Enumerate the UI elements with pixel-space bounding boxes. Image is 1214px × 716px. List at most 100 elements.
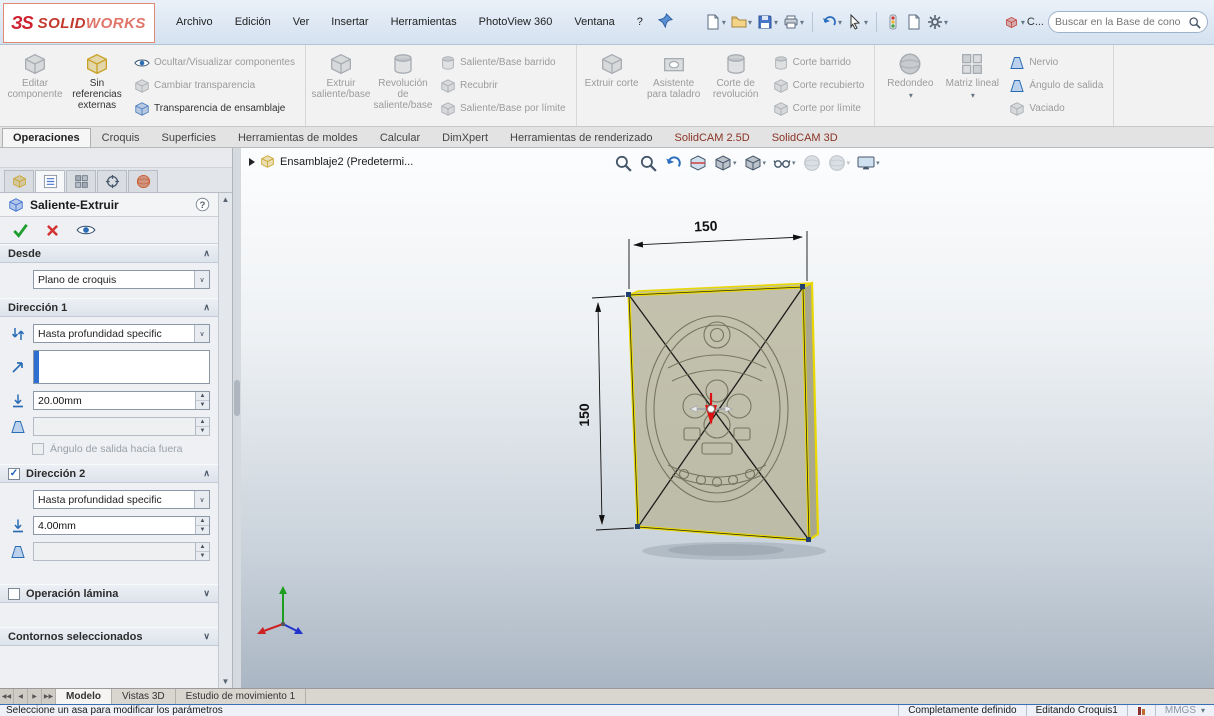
ok-button[interactable] <box>12 222 29 239</box>
dimension-height[interactable]: 150 <box>576 295 635 531</box>
end-condition2-dropdown[interactable]: Hasta profundidad specific ∨ <box>33 490 210 509</box>
tab-superficies[interactable]: Superficies <box>151 128 227 147</box>
select-button[interactable]: ▾ <box>845 11 870 33</box>
depth2-input[interactable] <box>34 517 195 534</box>
direction2-checkbox[interactable]: ✓ <box>8 467 20 480</box>
dimxpertmanager-tab[interactable] <box>97 170 127 192</box>
scroll-down-icon[interactable]: ▼ <box>222 677 230 686</box>
apply-scene-button[interactable]: ▾ <box>827 152 852 174</box>
print-button[interactable]: ▾ <box>781 11 806 33</box>
section-operacion-lamina[interactable]: Operación lámina ∨ <box>0 584 218 603</box>
spin-up-icon[interactable]: ▲ <box>196 392 209 401</box>
sketch-point[interactable] <box>626 292 631 297</box>
sketch-point[interactable] <box>806 537 811 542</box>
search-scope-selector[interactable]: ▾ C... <box>1005 16 1044 29</box>
options-button[interactable]: ▾ <box>925 11 950 33</box>
splitter-handle[interactable] <box>234 380 240 416</box>
scroll-up-icon[interactable]: ▲ <box>222 195 230 204</box>
depth1-spinner[interactable]: ▲ ▼ <box>195 392 209 409</box>
hide-show-components-button[interactable]: Ocultar/Visualizar componentes <box>130 51 299 74</box>
zoom-to-fit-button[interactable] <box>613 152 633 174</box>
open-button[interactable]: ▾ <box>729 11 754 33</box>
menu-insertar[interactable]: Insertar <box>322 12 377 32</box>
help-icon[interactable] <box>195 197 210 212</box>
no-external-references-button[interactable]: Sin referencias externas <box>66 48 128 123</box>
menu-ver[interactable]: Ver <box>284 12 319 32</box>
sketch-point[interactable] <box>800 284 805 289</box>
revolved-boss-button[interactable]: Revolución de saliente/base <box>372 48 434 123</box>
search-icon[interactable] <box>1188 16 1201 29</box>
tab-herramientas-moldes[interactable]: Herramientas de moldes <box>227 128 369 147</box>
dropdown-caret-icon[interactable]: ∨ <box>194 271 209 288</box>
tab-operaciones[interactable]: Operaciones <box>2 128 91 147</box>
section-direccion2[interactable]: ✓ Dirección 2 ∧ <box>0 464 218 483</box>
cancel-button[interactable] <box>45 223 60 238</box>
tab-estudio-movimiento[interactable]: Estudio de movimiento 1 <box>176 689 307 704</box>
sketch-point[interactable] <box>635 524 640 529</box>
property-manager-scrollbar[interactable]: ▲ ▼ <box>218 193 232 688</box>
dimension-width[interactable]: 150 <box>628 217 808 289</box>
direction1-selection-box[interactable] <box>33 350 210 384</box>
view-settings-button[interactable]: ▾ <box>856 152 881 174</box>
new-document-button[interactable]: ▾ <box>703 11 728 33</box>
section-desde[interactable]: Desde ∧ <box>0 244 218 263</box>
change-transparency-button[interactable]: Cambiar transparencia <box>130 74 299 97</box>
previous-view-button[interactable] <box>663 152 683 174</box>
collapse-chevron-icon[interactable]: ∧ <box>203 302 210 313</box>
spin-down-icon[interactable]: ▼ <box>196 526 209 534</box>
depth2-spinner[interactable]: ▲ ▼ <box>195 517 209 534</box>
preview-eye-icon[interactable] <box>76 223 96 237</box>
menu-herramientas[interactable]: Herramientas <box>382 12 466 32</box>
menu-archivo[interactable]: Archivo <box>167 12 222 32</box>
rib-button[interactable]: Nervio <box>1005 51 1107 74</box>
boundary-boss-button[interactable]: Saliente/Base por límite <box>436 97 570 120</box>
configurationmanager-tab[interactable] <box>66 170 96 192</box>
scroll-last-tab-button[interactable]: ▶▶ <box>42 689 56 704</box>
propertymanager-tab[interactable] <box>35 170 65 192</box>
tab-croquis[interactable]: Croquis <box>91 128 151 147</box>
section-direccion1[interactable]: Dirección 1 ∧ <box>0 298 218 317</box>
flyout-feature-tree[interactable]: Ensamblaje2 (Predetermi... <box>249 154 413 169</box>
units-selector[interactable]: MMGS ▾ <box>1154 705 1214 716</box>
linear-pattern-button[interactable]: Matriz lineal ▾ <box>941 48 1003 123</box>
loft-button[interactable]: Recubrir <box>436 74 570 97</box>
featuremanager-tab[interactable] <box>4 170 34 192</box>
search-input[interactable] <box>1055 16 1188 28</box>
dropdown-caret-icon[interactable]: ∨ <box>194 325 209 342</box>
expand-chevron-icon[interactable]: ∨ <box>203 588 210 599</box>
hole-wizard-button[interactable]: Asistente para taladro <box>643 48 705 123</box>
zoom-to-area-button[interactable] <box>638 152 658 174</box>
extruded-boss-button[interactable]: Extruir saliente/base <box>310 48 372 123</box>
scroll-first-tab-button[interactable]: ◀◀ <box>0 689 14 704</box>
collapse-chevron-icon[interactable]: ∧ <box>203 468 210 479</box>
tab-herramientas-renderizado[interactable]: Herramientas de renderizado <box>499 128 663 147</box>
draft-button[interactable]: Ángulo de salida <box>1005 74 1107 97</box>
spin-up-icon[interactable]: ▲ <box>196 517 209 526</box>
rebuild-button[interactable] <box>883 11 903 33</box>
shell-button[interactable]: Vaciado <box>1005 97 1107 120</box>
extruded-cut-button[interactable]: Extruir corte <box>581 48 643 123</box>
assembly-transparency-button[interactable]: Transparencia de ensamblaje <box>130 97 299 120</box>
assembly-name[interactable]: Ensamblaje2 (Predetermi... <box>280 156 413 168</box>
scroll-prev-tab-button[interactable]: ◀ <box>14 689 28 704</box>
displaymanager-tab[interactable] <box>128 170 158 192</box>
menu-help[interactable]: ? <box>628 12 652 32</box>
end-condition1-dropdown[interactable]: Hasta profundidad specific ∨ <box>33 324 210 343</box>
start-condition-dropdown[interactable]: Plano de croquis ∨ <box>33 270 210 289</box>
graphics-viewport[interactable]: Ensamblaje2 (Predetermi... ▾ ▾ ▾ ▾ ▾ 150… <box>241 148 1214 688</box>
edit-appearance-button[interactable] <box>802 152 822 174</box>
boundary-cut-button[interactable]: Corte por límite <box>769 97 869 120</box>
menu-edicion[interactable]: Edición <box>226 12 280 32</box>
tab-solidcam-25d[interactable]: SolidCAM 2.5D <box>663 128 760 147</box>
display-style-button[interactable]: ▾ <box>743 152 768 174</box>
file-properties-button[interactable] <box>904 11 924 33</box>
menu-ventana[interactable]: Ventana <box>565 12 623 32</box>
hide-show-items-button[interactable]: ▾ <box>772 152 797 174</box>
tab-solidcam-3d[interactable]: SolidCAM 3D <box>761 128 849 147</box>
section-view-button[interactable] <box>688 152 708 174</box>
spin-down-icon[interactable]: ▼ <box>196 401 209 409</box>
tab-vistas-3d[interactable]: Vistas 3D <box>112 689 176 704</box>
thin-feature-checkbox[interactable] <box>8 587 20 600</box>
undo-button[interactable]: ▾ <box>819 11 844 33</box>
menu-photoview[interactable]: PhotoView 360 <box>470 12 562 32</box>
